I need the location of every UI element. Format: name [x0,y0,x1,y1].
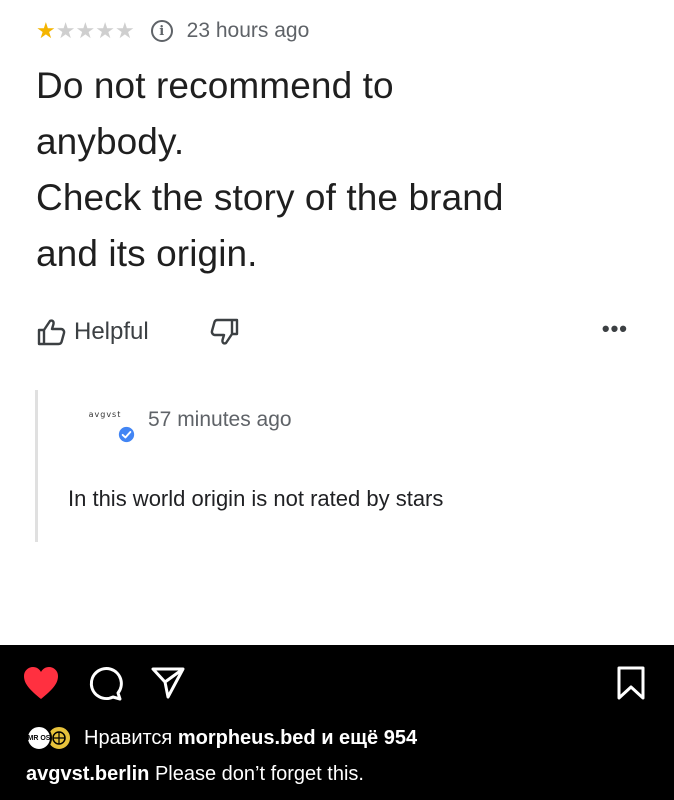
reply-text: In this world origin is not rated by sta… [68,486,444,511]
rating-row: ★ ★ ★ ★ ★ i 23 hours ago [36,16,309,46]
review-text-line: Do not recommend to [36,65,394,106]
info-icon[interactable]: i [150,20,173,42]
verified-badge-icon [118,426,135,443]
star-icon-filled: ★ [36,18,56,43]
thumbs-down-icon[interactable] [210,318,240,346]
star-icon-empty: ★ [114,18,135,43]
avatar-logo-icon [52,731,66,745]
caption-text: Please don’t forget this. [154,763,364,785]
star-icon-empty: ★ [95,18,115,43]
liker-avatars: MR OS [26,725,76,751]
thumbs-up-icon [37,319,66,346]
star-icon-empty: ★ [55,18,76,43]
caption-username-link[interactable]: avgvst.berlin [26,763,149,785]
review-time: 23 hours ago [186,19,310,42]
likes-prefix: Нравится [84,726,173,749]
bookmark-icon[interactable] [616,665,646,701]
star-icon-empty: ★ [75,18,96,43]
avatar[interactable]: MR OS [26,725,52,751]
review-text-line: Check the story of the brand [36,177,504,218]
review-card: ★ ★ ★ ★ ★ i 23 hours ago Do not recommen… [0,0,674,645]
likes-count-link[interactable]: и ещё 954 [321,727,417,750]
star-rating: ★ ★ ★ ★ ★ [36,20,135,42]
post-action-icons [0,665,674,705]
share-icon[interactable] [150,665,186,701]
liker-username-link[interactable]: morpheus.bed [178,727,316,750]
review-text-line: anybody. [36,121,185,162]
comment-icon[interactable] [86,665,124,703]
helpful-button[interactable]: Helpful [36,318,149,346]
reply-time: 57 minutes ago [148,408,292,431]
instagram-post-bar: MR OS Нравится morpheus.bed и ещё 954 av… [0,645,674,800]
owner-logo: avgvst [88,410,122,419]
helpful-label: Helpful [74,318,149,345]
review-text: Do not recommend to anybody. Check the s… [36,58,656,282]
owner-reply: avgvst 57 minutes ago In this world orig… [35,390,635,542]
post-caption: avgvst.berlin Please don’t forget this. [26,763,364,786]
review-actions: Helpful ••• [36,312,636,352]
more-options-button[interactable]: ••• [602,316,628,342]
review-text-line: and its origin. [36,233,258,274]
likes-row: MR OS Нравится morpheus.bed и ещё 954 [26,725,417,751]
heart-icon[interactable] [22,665,60,701]
